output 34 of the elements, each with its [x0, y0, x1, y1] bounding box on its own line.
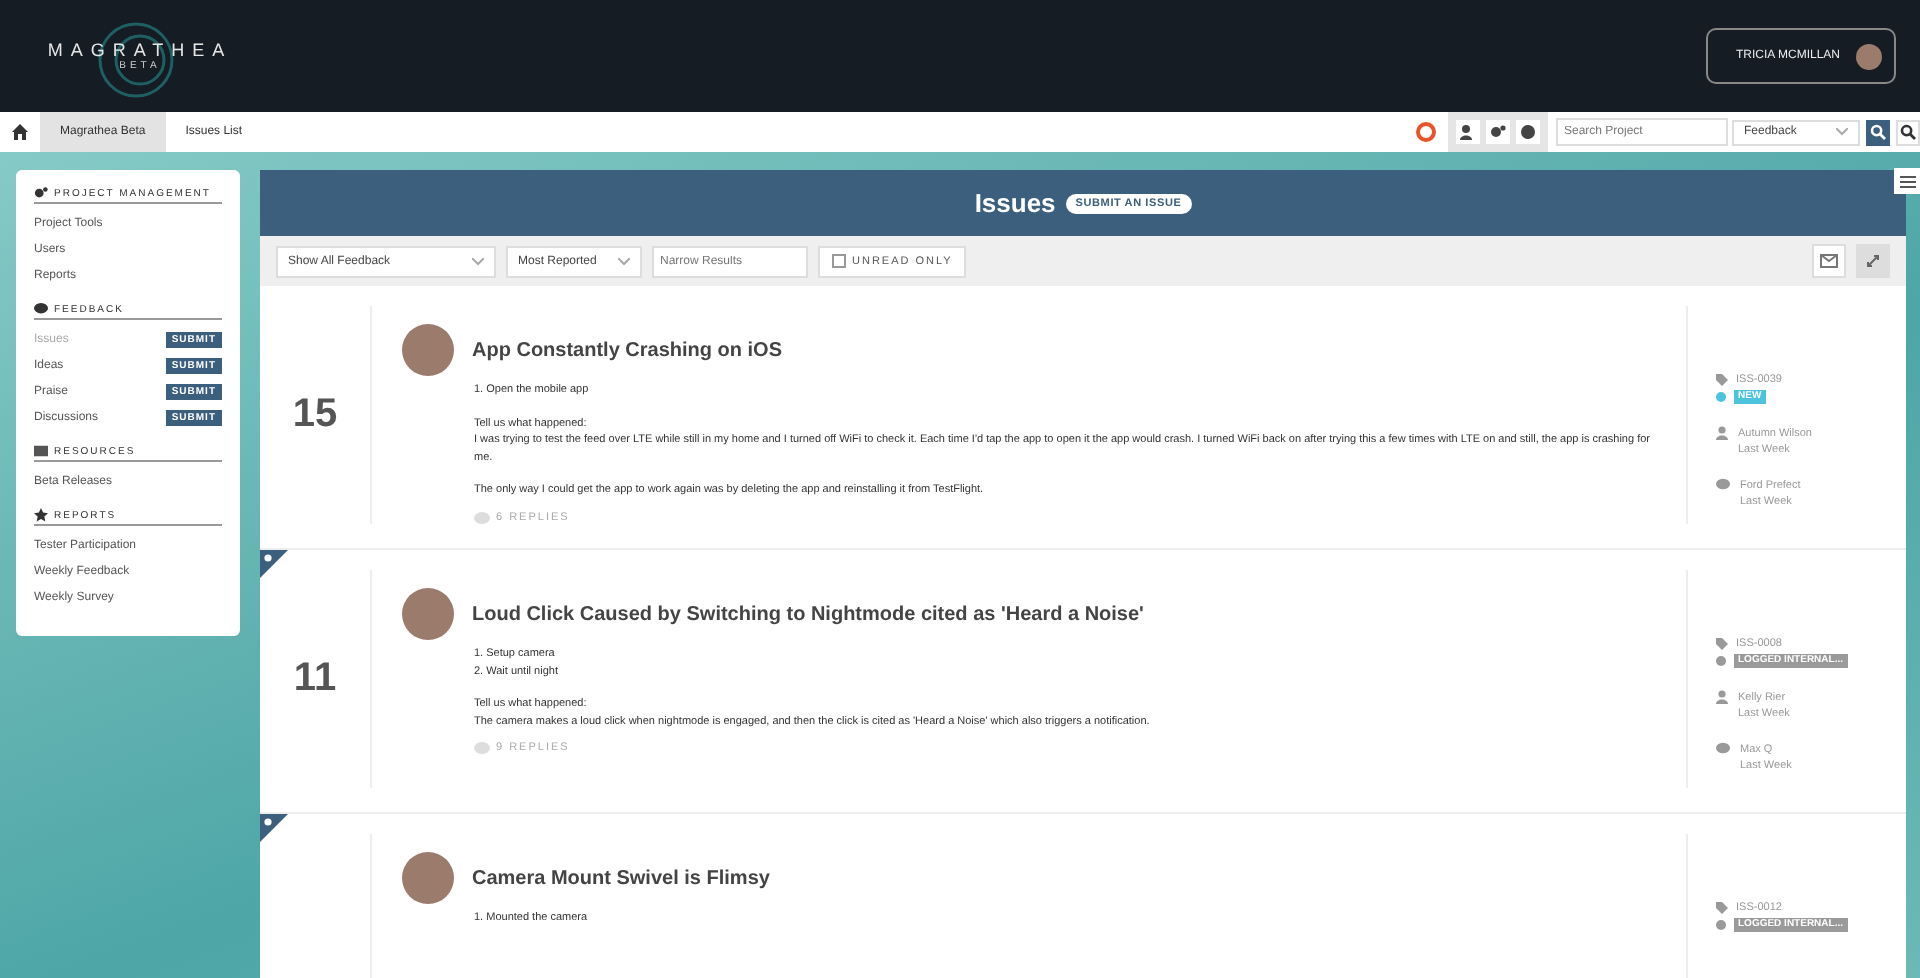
vote-count: 11	[293, 656, 337, 702]
issue-title[interactable]: Camera Mount Swivel is Flimsy	[472, 867, 770, 889]
ring-icon[interactable]	[1416, 122, 1436, 142]
chevron-down-icon	[472, 257, 484, 265]
comment-icon	[1716, 478, 1730, 490]
chevron-down-icon	[618, 257, 630, 265]
comment-icon	[1716, 742, 1730, 754]
person-icon	[1716, 426, 1728, 440]
logo-text: MAGRATHEA	[47, 40, 233, 60]
chevron-down-icon	[1836, 128, 1848, 136]
star-icon	[34, 508, 48, 522]
expand-icon[interactable]	[1856, 244, 1890, 278]
user-add-icon[interactable]	[1456, 120, 1480, 144]
chat-icon	[34, 302, 48, 316]
menu-icon	[1899, 175, 1915, 187]
tag-icon	[1716, 901, 1728, 913]
mail-icon[interactable]	[1812, 244, 1846, 278]
avatar	[402, 852, 454, 904]
issue-title[interactable]: Loud Click Caused by Switching to Nightmode cited as 'Heard a Noise'	[472, 603, 1144, 625]
avatar	[1856, 43, 1882, 69]
tag-icon	[1716, 373, 1728, 385]
search-button[interactable]	[1866, 119, 1890, 145]
vote-count: 15	[292, 392, 338, 438]
tag-icon	[1716, 637, 1728, 649]
page-title: Issues	[974, 188, 1056, 218]
issue-title[interactable]: App Constantly Crashing on iOS	[472, 339, 783, 361]
house-icon	[12, 124, 28, 140]
comment-icon	[474, 511, 490, 523]
menu-button[interactable]	[1894, 168, 1920, 194]
avatar	[402, 588, 454, 640]
avatar	[402, 324, 454, 376]
person-icon	[1716, 690, 1728, 704]
comment-icon	[474, 742, 490, 754]
advanced-search-button[interactable]	[1896, 119, 1920, 145]
